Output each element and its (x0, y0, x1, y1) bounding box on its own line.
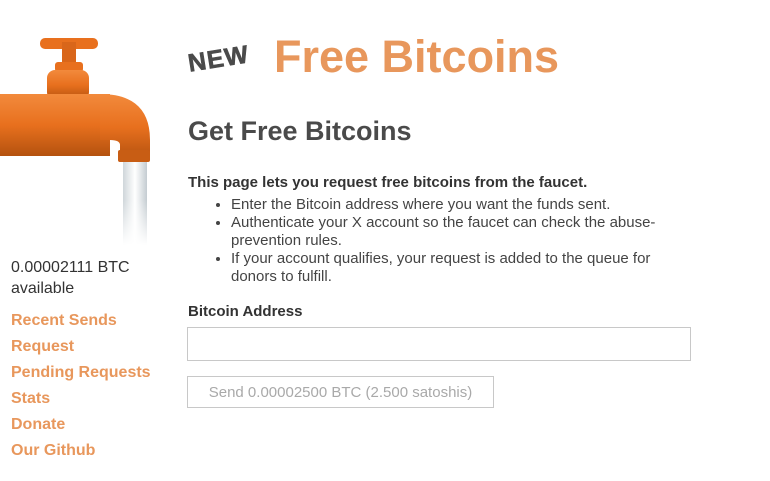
new-badge: NEW (186, 40, 252, 78)
instructions-list: Enter the Bitcoin address where you want… (188, 196, 691, 286)
sidebar-nav: Recent Sends Request Pending Requests St… (11, 311, 151, 467)
nav-link-donate[interactable]: Donate (11, 415, 65, 435)
balance-text: 0.00002111 BTC available (11, 259, 130, 297)
nav-item: Recent Sends (11, 311, 151, 337)
instruction-item: If your account qualifies, your request … (231, 250, 691, 286)
instruction-item: Authenticate your X account so the fauce… (231, 214, 691, 250)
bitcoin-address-label: Bitcoin Address (188, 303, 303, 320)
nav-link-recent-sends[interactable]: Recent Sends (11, 311, 117, 331)
bitcoin-address-input[interactable] (187, 327, 691, 361)
send-button[interactable]: Send 0.00002500 BTC (2.500 satoshis) (187, 376, 494, 408)
nav-link-our-github[interactable]: Our Github (11, 441, 95, 461)
intro-text: This page lets you request free bitcoins… (188, 174, 588, 191)
page: 0.00002111 BTC available Recent Sends Re… (0, 0, 770, 481)
instruction-item: Enter the Bitcoin address where you want… (231, 196, 691, 214)
site-title: Free Bitcoins (274, 31, 560, 82)
nav-item: Request (11, 337, 151, 363)
nav-item: Donate (11, 415, 151, 441)
nav-item: Stats (11, 389, 151, 415)
nav-item: Our Github (11, 441, 151, 467)
nav-link-pending-requests[interactable]: Pending Requests (11, 363, 151, 383)
nav-link-request[interactable]: Request (11, 337, 74, 357)
nav-item: Pending Requests (11, 363, 151, 389)
page-heading: Get Free Bitcoins (188, 116, 412, 146)
faucet-logo (0, 0, 150, 245)
nav-link-stats[interactable]: Stats (11, 389, 50, 409)
main-content: Get Free Bitcoins This page lets you req… (188, 114, 708, 286)
